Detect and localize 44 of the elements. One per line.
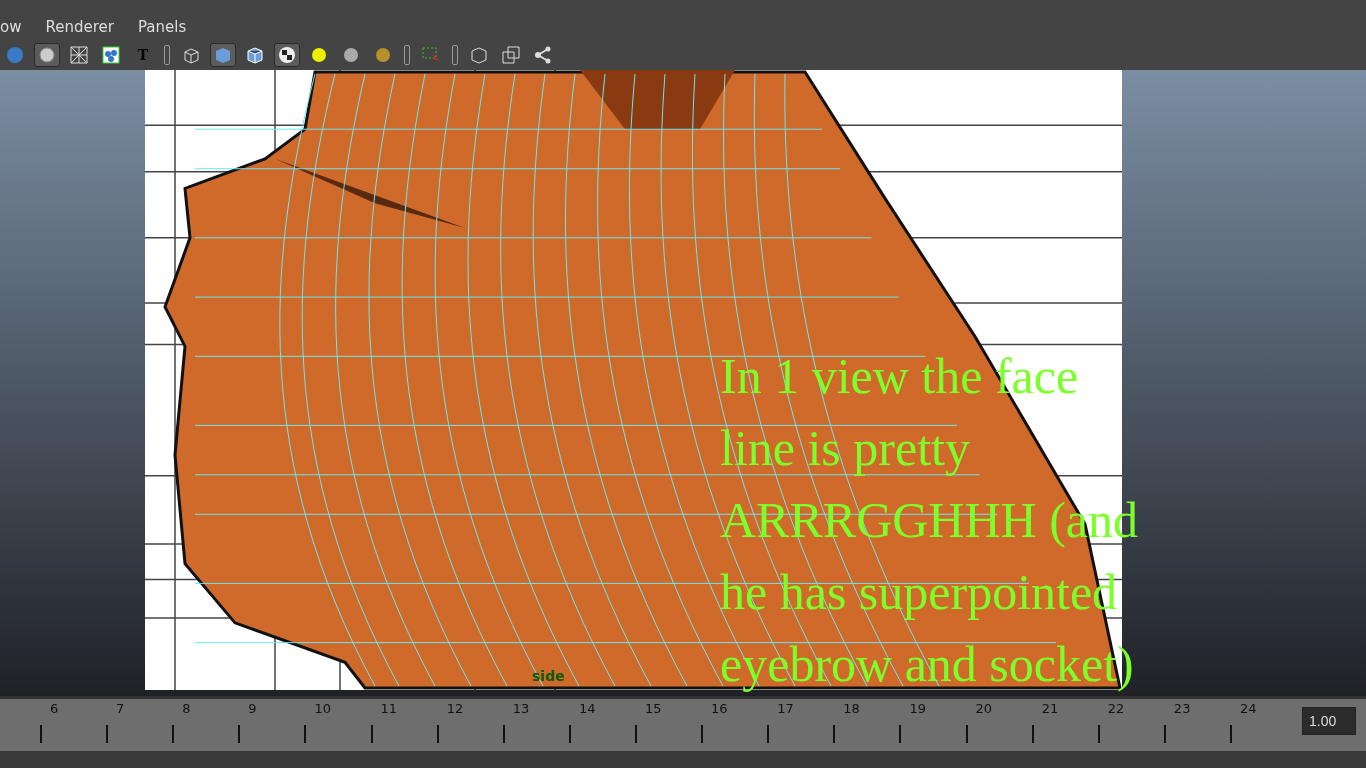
cube-icon bbox=[246, 46, 264, 64]
wire-cube-icon bbox=[182, 46, 200, 64]
frame-number: 7 bbox=[116, 701, 125, 716]
camera-label: side bbox=[532, 668, 565, 684]
menu-item[interactable]: Renderer bbox=[45, 18, 114, 36]
frame-number: 20 bbox=[975, 701, 993, 716]
cube-icon bbox=[214, 46, 232, 64]
frame-number: 19 bbox=[909, 701, 926, 716]
circle-icon bbox=[38, 46, 56, 64]
toolbar-separator bbox=[404, 45, 410, 65]
frame-number: 24 bbox=[1239, 701, 1257, 716]
toolbar-button[interactable] bbox=[34, 43, 60, 67]
toolbar-separator bbox=[452, 45, 458, 65]
menu-item[interactable]: Panels bbox=[137, 18, 187, 36]
frame-number: 21 bbox=[1041, 701, 1059, 716]
frame-number: 9 bbox=[248, 701, 257, 716]
frame-number: 10 bbox=[314, 701, 331, 716]
select-region-icon bbox=[422, 46, 440, 64]
metal-sphere-icon bbox=[374, 46, 392, 64]
frame-number: 18 bbox=[843, 701, 860, 716]
checker-sphere-icon bbox=[278, 46, 296, 64]
menu-item[interactable]: ow bbox=[0, 18, 22, 36]
frame-number: 17 bbox=[777, 701, 794, 716]
wire-grid-icon bbox=[70, 46, 88, 64]
frame-number: 15 bbox=[645, 701, 662, 716]
matte-sphere-icon bbox=[342, 46, 360, 64]
frame-number: 8 bbox=[182, 701, 191, 716]
toolbar-button[interactable] bbox=[274, 43, 300, 67]
current-frame-field[interactable]: 1.00 bbox=[1302, 707, 1356, 735]
frame-number: 23 bbox=[1173, 701, 1191, 716]
light-icon bbox=[310, 46, 328, 64]
sphere-icon bbox=[6, 46, 24, 64]
share-icon bbox=[534, 46, 552, 64]
cube-outline-icon bbox=[470, 46, 488, 64]
frame-number: 13 bbox=[512, 701, 530, 716]
frame-number: 14 bbox=[578, 701, 596, 716]
frame-number: 16 bbox=[711, 701, 728, 716]
dots-icon bbox=[102, 46, 120, 64]
toolbar-separator bbox=[164, 45, 170, 65]
frame-number: 11 bbox=[380, 701, 398, 716]
frame-number: 22 bbox=[1107, 701, 1125, 716]
frame-number: 12 bbox=[446, 701, 464, 716]
overlap-squares-icon bbox=[502, 46, 520, 64]
frame-number: 6 bbox=[50, 701, 59, 716]
